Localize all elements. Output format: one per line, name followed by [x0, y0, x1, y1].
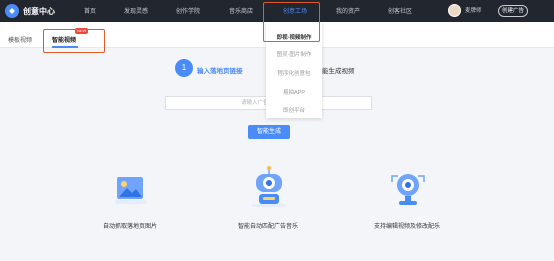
active-tab-indicator	[52, 46, 78, 48]
webcam-icon	[388, 168, 428, 213]
dropdown-item-image-production[interactable]: 图灵·图片制作	[266, 50, 322, 58]
nav-item-creative-workshop[interactable]: 创意工场	[283, 6, 307, 15]
creative-workshop-dropdown: 即视·视频制作 图灵·图片制作 程序化创意包 易拍APP 即创平台	[266, 22, 322, 118]
logo[interactable]: 创意中心	[5, 4, 55, 18]
avatar[interactable]	[448, 4, 461, 17]
nav-item-community[interactable]: 创客社区	[388, 6, 412, 15]
robot-icon	[249, 166, 289, 213]
logo-text: 创意中心	[23, 6, 55, 16]
feature-label-music: 智能自动匹配广告音乐	[238, 224, 299, 230]
feature-label-image: 自动抓取落地页图片	[103, 224, 158, 230]
image-icon	[113, 174, 149, 213]
nav-item-music-store[interactable]: 音乐商店	[229, 6, 253, 15]
create-ad-button[interactable]: 创建广告	[498, 5, 528, 17]
dropdown-item-easy-shoot-app[interactable]: 易拍APP	[266, 88, 322, 96]
nav-item-home[interactable]: 首页	[84, 6, 96, 15]
new-badge: NEW	[75, 28, 89, 34]
nav-item-inspiration[interactable]: 发现灵感	[124, 6, 148, 15]
dropdown-item-instant-platform[interactable]: 即创平台	[266, 106, 322, 114]
top-navigation: 创意中心 首页 发现灵感 创作学院 音乐商店 创意工场 我的资产 创客社区 麦牌…	[0, 0, 554, 22]
logo-icon	[5, 4, 19, 18]
tab-template-video[interactable]: 模板视频	[8, 35, 32, 44]
dropdown-item-video-production[interactable]: 即视·视频制作	[266, 33, 322, 41]
nav-item-my-assets[interactable]: 我的资产	[336, 6, 360, 15]
dropdown-item-programmatic-package[interactable]: 程序化创意包	[266, 69, 322, 77]
step-number: 1	[175, 59, 193, 77]
tab-smart-video[interactable]: 智能视频	[52, 35, 76, 44]
feature-label-edit: 支持编辑视频及修改配乐	[374, 224, 441, 230]
username[interactable]: 麦牌师	[465, 6, 482, 14]
step-1-label: 输入落地页链接	[197, 68, 243, 75]
step-2-label: 能生成视频	[322, 68, 355, 75]
nav-item-academy[interactable]: 创作学院	[176, 6, 200, 15]
smart-generate-button[interactable]: 智能生成	[248, 125, 290, 139]
